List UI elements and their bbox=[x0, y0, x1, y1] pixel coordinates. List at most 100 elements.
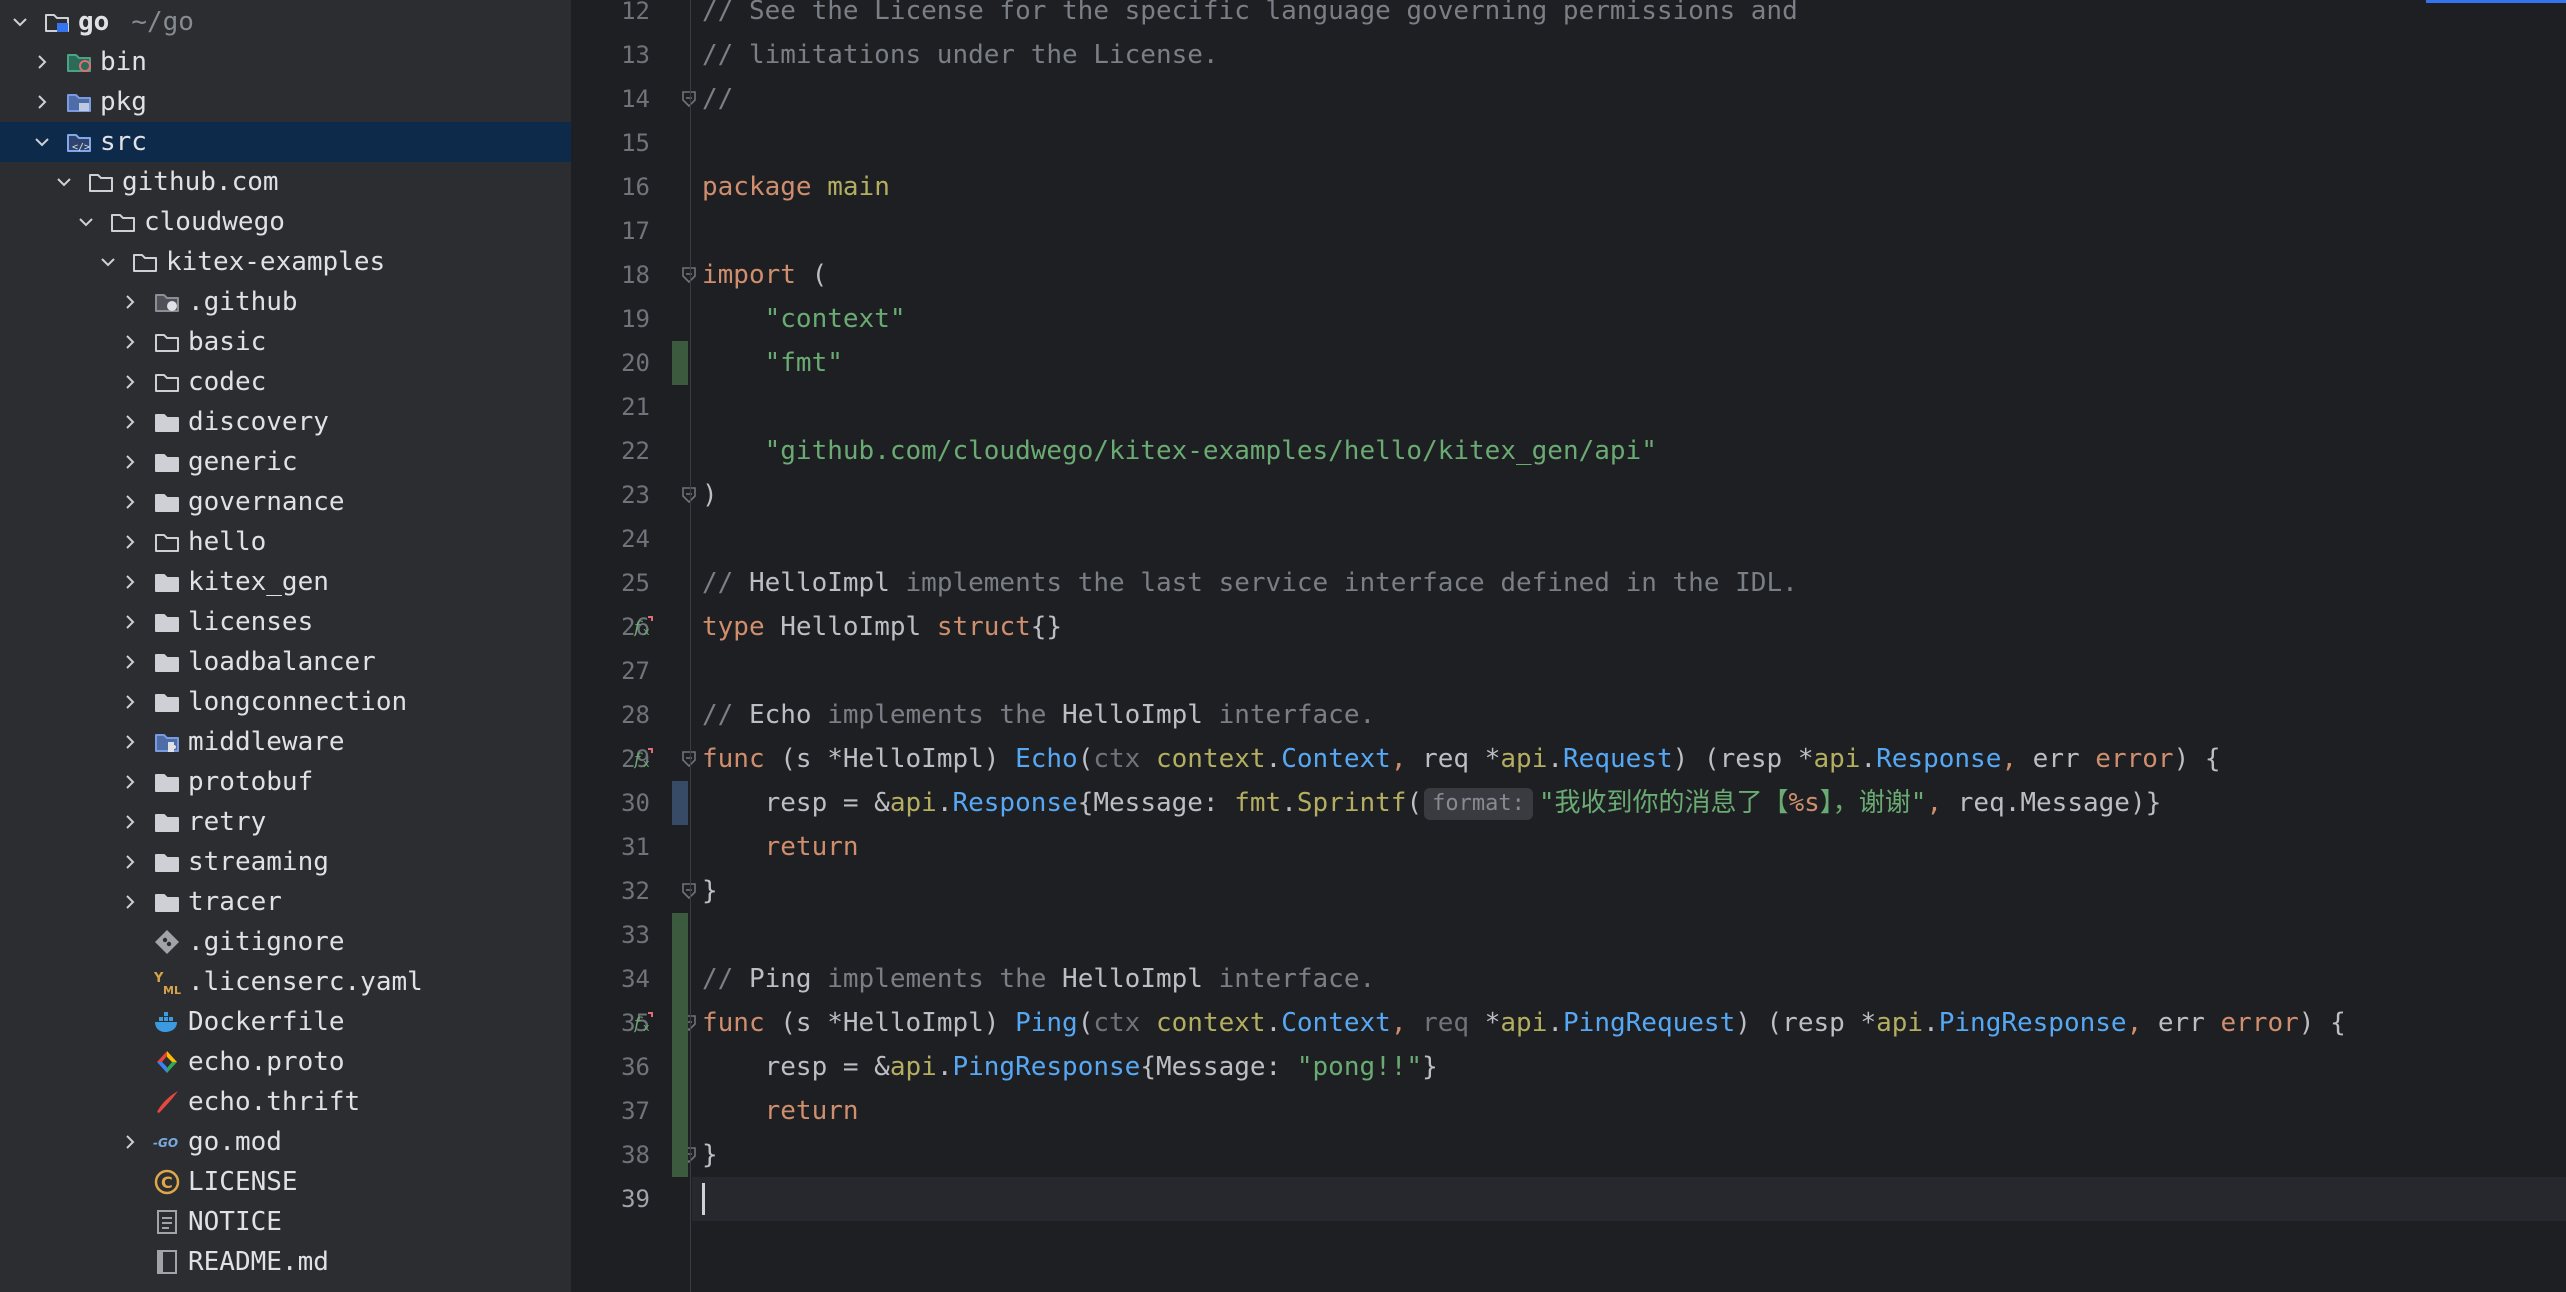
code-line[interactable]: resp = &api.PingResponse{Message: "pong!… bbox=[702, 1045, 1438, 1089]
tree-item-cloudwego[interactable]: cloudwego bbox=[0, 202, 571, 242]
chevron-right-icon[interactable] bbox=[116, 1128, 144, 1156]
code-editor[interactable]: 12 13 14 15 16 17 18 19 20 21 22 23 24 25 26 f x 27 28 29 f x… bbox=[572, 0, 2566, 1292]
tree-item-licenses[interactable]: licenses bbox=[0, 602, 571, 642]
code-line[interactable]: } bbox=[702, 869, 718, 913]
implements-interface-icon[interactable]: fx bbox=[632, 615, 658, 639]
implements-interface-icon[interactable]: fx bbox=[632, 1011, 658, 1035]
tree-item-github[interactable]: .github bbox=[0, 282, 571, 322]
package-folder-icon bbox=[152, 807, 182, 837]
chevron-right-icon[interactable] bbox=[28, 88, 56, 116]
code-line[interactable]: func (s *HelloImpl) Echo(ctx context.Con… bbox=[702, 737, 2221, 781]
chevron-right-icon[interactable] bbox=[116, 768, 144, 796]
chevron-down-icon[interactable] bbox=[50, 168, 78, 196]
code-line[interactable]: return bbox=[702, 825, 859, 869]
tree-item-pkg[interactable]: pkg bbox=[0, 82, 571, 122]
tree-item-kitex-examples[interactable]: kitex-examples bbox=[0, 242, 571, 282]
chevron-right-icon[interactable] bbox=[28, 48, 56, 76]
chevron-right-icon[interactable] bbox=[116, 648, 144, 676]
code-line[interactable]: package main bbox=[702, 165, 890, 209]
code-line[interactable]: // Echo implements the HelloImpl interfa… bbox=[702, 693, 1375, 737]
code-line[interactable]: // limitations under the License. bbox=[702, 33, 1219, 77]
tree-item-echo-proto[interactable]: echo.proto bbox=[0, 1042, 571, 1082]
tree-item-github-com[interactable]: github.com bbox=[0, 162, 571, 202]
code-token-kw: func bbox=[702, 1008, 781, 1038]
tree-item-go[interactable]: go ~/go bbox=[0, 2, 571, 42]
chevron-down-icon[interactable] bbox=[94, 248, 122, 276]
chevron-right-icon[interactable] bbox=[116, 888, 144, 916]
chevron-right-icon[interactable] bbox=[116, 848, 144, 876]
tree-item-label: middleware bbox=[188, 727, 345, 757]
chevron-down-icon[interactable] bbox=[28, 128, 56, 156]
fold-marker-icon[interactable] bbox=[680, 750, 698, 768]
tree-item-hello[interactable]: hello bbox=[0, 522, 571, 562]
code-token-com: // bbox=[702, 84, 734, 114]
code-line[interactable]: import ( bbox=[702, 253, 827, 297]
code-line[interactable]: } bbox=[702, 1133, 718, 1177]
tree-item-protobuf[interactable]: protobuf bbox=[0, 762, 571, 802]
chevron-right-icon[interactable] bbox=[116, 728, 144, 756]
code-line[interactable]: type HelloImpl struct{} bbox=[702, 605, 1062, 649]
tree-item-label: protobuf bbox=[188, 767, 314, 797]
code-token-plain: ) { bbox=[2298, 1008, 2346, 1038]
fold-marker-icon[interactable] bbox=[680, 486, 698, 504]
code-line[interactable]: "context" bbox=[702, 297, 906, 341]
tree-item-generic[interactable]: generic bbox=[0, 442, 571, 482]
chevron-right-icon[interactable] bbox=[116, 808, 144, 836]
vcs-added-marker[interactable] bbox=[672, 341, 688, 385]
fold-marker-icon[interactable] bbox=[680, 882, 698, 900]
vcs-modified-marker[interactable] bbox=[672, 781, 688, 825]
code-line[interactable]: "github.com/cloudwego/kitex-examples/hel… bbox=[702, 429, 1657, 473]
code-line[interactable]: ) bbox=[702, 473, 718, 517]
code-line[interactable]: "fmt" bbox=[702, 341, 843, 385]
line-number: 25 bbox=[621, 569, 650, 597]
code-line[interactable]: // Ping implements the HelloImpl interfa… bbox=[702, 957, 1375, 1001]
tree-item-license[interactable]: C LICENSE bbox=[0, 1162, 571, 1202]
tree-item-middleware[interactable]: middleware bbox=[0, 722, 571, 762]
code-line[interactable]: // bbox=[702, 77, 733, 121]
code-line[interactable]: // See the License for the specific lang… bbox=[702, 0, 1798, 33]
chevron-right-icon[interactable] bbox=[116, 568, 144, 596]
tree-item-discovery[interactable]: discovery bbox=[0, 402, 571, 442]
code-line[interactable]: resp = &api.Response{Message: fmt.Sprint… bbox=[702, 781, 2161, 825]
tree-item-tracer[interactable]: tracer bbox=[0, 882, 571, 922]
chevron-right-icon[interactable] bbox=[116, 448, 144, 476]
code-line[interactable]: return bbox=[702, 1089, 859, 1133]
package-folder-icon bbox=[152, 607, 182, 637]
tree-item-gitignore[interactable]: .gitignore bbox=[0, 922, 571, 962]
chevron-right-icon[interactable] bbox=[116, 408, 144, 436]
chevron-down-icon[interactable] bbox=[6, 8, 34, 36]
tree-item-kitex-gen[interactable]: kitex_gen bbox=[0, 562, 571, 602]
tree-item-dockerfile[interactable]: Dockerfile bbox=[0, 1002, 571, 1042]
code-token-kwblue: Response bbox=[952, 788, 1078, 818]
tree-item-retry[interactable]: retry bbox=[0, 802, 571, 842]
chevron-right-icon[interactable] bbox=[116, 528, 144, 556]
chevron-right-icon[interactable] bbox=[116, 688, 144, 716]
vcs-added-marker[interactable] bbox=[672, 913, 688, 1177]
fold-marker-icon[interactable] bbox=[680, 266, 698, 284]
fold-marker-icon[interactable] bbox=[680, 90, 698, 108]
tree-item-echo-thrift[interactable]: echo.thrift bbox=[0, 1082, 571, 1122]
chevron-right-icon[interactable] bbox=[116, 288, 144, 316]
project-tree[interactable]: go ~/go bin pkg </> src github.com cloudwego kit… bbox=[0, 0, 572, 1292]
svg-text:-GO: -GO bbox=[153, 1136, 178, 1150]
code-line[interactable]: // HelloImpl implements the last service… bbox=[702, 561, 1798, 605]
tree-item-governance[interactable]: governance bbox=[0, 482, 571, 522]
tree-item-go-mod[interactable]: -GO go.mod bbox=[0, 1122, 571, 1162]
tree-item-readme-md[interactable]: README.md bbox=[0, 1242, 571, 1282]
chevron-right-icon[interactable] bbox=[116, 488, 144, 516]
chevron-right-icon[interactable] bbox=[116, 368, 144, 396]
chevron-right-icon[interactable] bbox=[116, 608, 144, 636]
tree-item-notice[interactable]: NOTICE bbox=[0, 1202, 571, 1242]
tree-item-loadbalancer[interactable]: loadbalancer bbox=[0, 642, 571, 682]
tree-item-streaming[interactable]: streaming bbox=[0, 842, 571, 882]
tree-item-src[interactable]: </> src bbox=[0, 122, 571, 162]
tree-item-licenserc-yaml[interactable]: Y ML .licenserc.yaml bbox=[0, 962, 571, 1002]
chevron-down-icon[interactable] bbox=[72, 208, 100, 236]
tree-item-basic[interactable]: basic bbox=[0, 322, 571, 362]
tree-item-codec[interactable]: codec bbox=[0, 362, 571, 402]
tree-item-longconnection[interactable]: longconnection bbox=[0, 682, 571, 722]
code-line[interactable]: func (s *HelloImpl) Ping(ctx context.Con… bbox=[702, 1001, 2346, 1045]
tree-item-bin[interactable]: bin bbox=[0, 42, 571, 82]
implements-interface-icon[interactable]: fx bbox=[632, 747, 658, 771]
chevron-right-icon[interactable] bbox=[116, 328, 144, 356]
